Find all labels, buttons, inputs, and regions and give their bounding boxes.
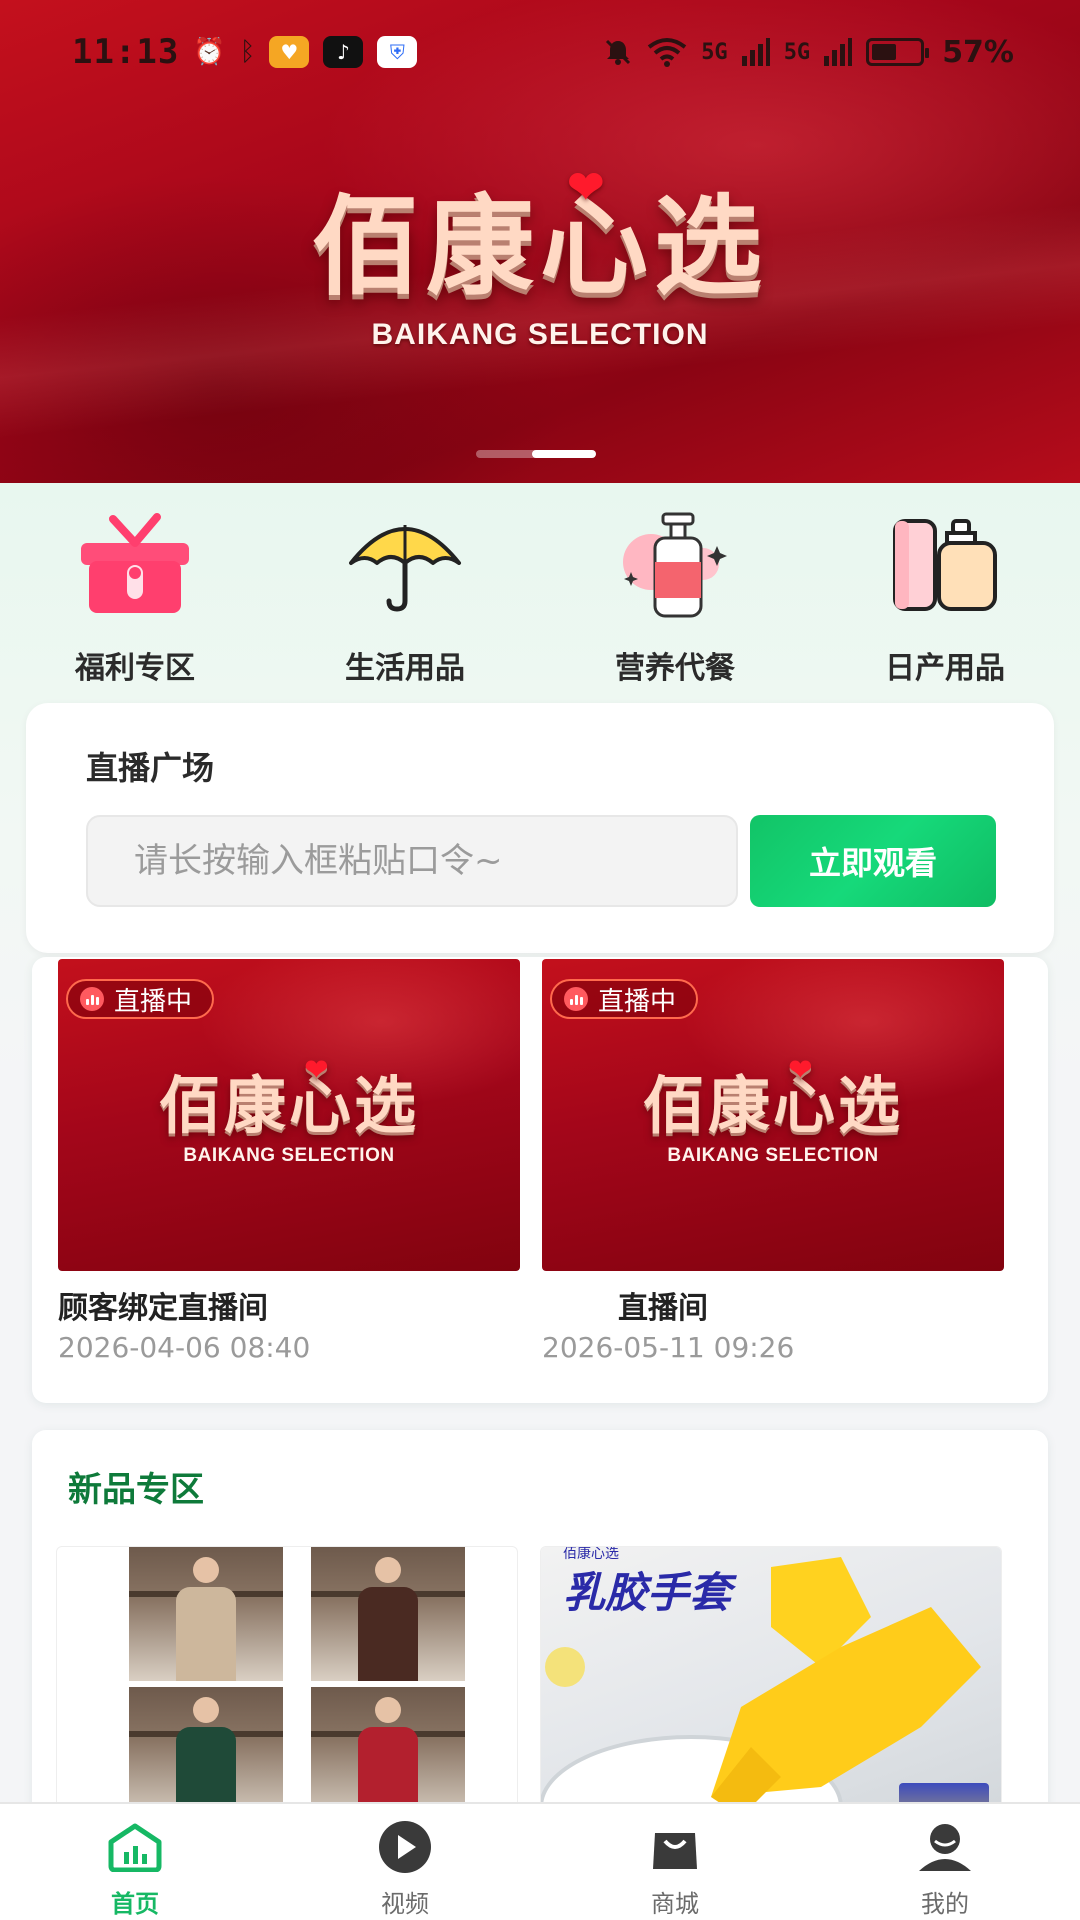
pump-bottle-icon bbox=[605, 507, 745, 623]
alarm-icon: ⏰ bbox=[193, 37, 226, 67]
status-bar: 11:13 ⏰ ᛒ ♥ ♪ ⛨ 5G 5G 57% bbox=[0, 0, 1080, 104]
live-badge: 直播中 bbox=[550, 979, 699, 1019]
new-products-title: 新品专区 bbox=[68, 1470, 204, 1510]
thumbnail-logo-chinese: 佰康心选 ❤ bbox=[642, 1053, 903, 1145]
live-room-name: 顾客绑定直播间 bbox=[58, 1291, 268, 1326]
gift-box-icon bbox=[65, 507, 205, 623]
tab-home[interactable]: 首页 bbox=[0, 1804, 270, 1920]
category-label: 生活用品 bbox=[345, 651, 465, 686]
heart-icon: ❤ bbox=[788, 1053, 816, 1086]
category-welfare[interactable]: 福利专区 bbox=[0, 507, 270, 687]
user-icon bbox=[912, 1818, 978, 1876]
logo-english: BAIKANG SELECTION bbox=[371, 318, 709, 351]
umbrella-icon bbox=[335, 507, 475, 623]
live-room-time: 2026-05-11 09:26 bbox=[542, 1331, 795, 1364]
tab-label: 视频 bbox=[381, 1890, 429, 1918]
new-products-card: 新品专区 佰康心选 乳胶手套 bbox=[32, 1430, 1048, 1850]
status-right: 5G 5G 57% bbox=[603, 35, 1014, 70]
live-plaza-card: 直播广场 立即观看 bbox=[26, 703, 1054, 953]
tab-label: 我的 bbox=[921, 1890, 969, 1918]
apron-photo bbox=[129, 1687, 283, 1821]
heart-icon: ❤ bbox=[567, 162, 611, 213]
thumbnail-logo: 佰康心选 ❤ BAIKANG SELECTION bbox=[542, 1053, 1004, 1167]
category-nutrition[interactable]: 营养代餐 bbox=[540, 507, 810, 687]
live-room-item[interactable]: 佰康心选 ❤ BAIKANG SELECTION 直播中 直播间 2026-05… bbox=[542, 959, 1004, 1364]
live-plaza-title: 直播广场 bbox=[86, 749, 215, 787]
tab-mall[interactable]: 商城 bbox=[540, 1804, 810, 1920]
tiktok-icon: ♪ bbox=[323, 36, 364, 68]
battery-percent: 57% bbox=[942, 34, 1014, 70]
shield-app-icon: ⛨ bbox=[377, 36, 418, 68]
mute-bell-icon bbox=[603, 37, 633, 67]
bottom-tab-bar: 首页 视频 商城 我的 bbox=[0, 1802, 1080, 1920]
tab-video[interactable]: 视频 bbox=[270, 1804, 540, 1920]
heart-icon: ❤ bbox=[304, 1053, 332, 1086]
live-badge-text: 直播中 bbox=[114, 986, 193, 1017]
thumbnail-logo-text: 佰康心选 bbox=[642, 1069, 903, 1142]
signal-5g-2: 5G bbox=[783, 39, 811, 65]
signal-bars-icon bbox=[741, 38, 770, 66]
apron-collage bbox=[129, 1547, 465, 1821]
category-label: 福利专区 bbox=[75, 651, 195, 686]
category-row: 福利专区 生活用品 营养代餐 日产用品 bbox=[0, 507, 1080, 687]
category-daily-goods[interactable]: 生活用品 bbox=[270, 507, 540, 687]
live-room-thumbnail[interactable]: 佰康心选 ❤ BAIKANG SELECTION 直播中 bbox=[58, 959, 520, 1271]
live-bars-icon bbox=[80, 987, 104, 1011]
tab-label: 首页 bbox=[111, 1890, 159, 1918]
tab-profile[interactable]: 我的 bbox=[810, 1804, 1080, 1920]
category-label: 营养代餐 bbox=[615, 651, 735, 686]
live-bars-icon bbox=[564, 987, 588, 1011]
apron-photo bbox=[311, 1687, 465, 1821]
thumbnail-logo-english: BAIKANG SELECTION bbox=[183, 1145, 395, 1166]
banner-pager bbox=[476, 450, 596, 458]
live-rooms-card: 佰康心选 ❤ BAIKANG SELECTION 直播中 顾客绑定直播间 202… bbox=[32, 957, 1048, 1403]
watch-now-button[interactable]: 立即观看 bbox=[750, 815, 996, 907]
logo-chinese-text: 佰康心选 bbox=[311, 184, 768, 310]
tab-label: 商城 bbox=[651, 1890, 699, 1918]
apron-photo bbox=[129, 1547, 283, 1681]
logo-chinese: 佰康心选 ❤ bbox=[312, 160, 768, 316]
status-left: 11:13 ⏰ ᛒ ♥ ♪ ⛨ bbox=[72, 32, 418, 72]
pager-dot-active bbox=[532, 450, 596, 458]
pager-dot bbox=[476, 450, 540, 458]
thumbnail-logo: 佰康心选 ❤ BAIKANG SELECTION bbox=[58, 1053, 520, 1167]
code-paste-input[interactable] bbox=[86, 815, 738, 907]
status-time: 11:13 bbox=[72, 32, 180, 72]
hero-banner[interactable]: 11:13 ⏰ ᛒ ♥ ♪ ⛨ 5G 5G 57% 佰康心选 ❤ BAIKANG… bbox=[0, 0, 1080, 483]
live-room-thumbnail[interactable]: 佰康心选 ❤ BAIKANG SELECTION 直播中 bbox=[542, 959, 1004, 1271]
live-room-name: 直播间 bbox=[618, 1291, 708, 1326]
live-room-time: 2026-04-06 08:40 bbox=[58, 1331, 311, 1364]
bluetooth-icon: ᛒ bbox=[239, 37, 256, 67]
category-daily-products[interactable]: 日产用品 bbox=[810, 507, 1080, 687]
thumbnail-logo-chinese: 佰康心选 ❤ bbox=[158, 1053, 419, 1145]
shopping-bag-icon bbox=[642, 1818, 708, 1876]
battery-icon bbox=[866, 38, 930, 66]
category-label: 日产用品 bbox=[885, 651, 1005, 686]
thumbnail-logo-text: 佰康心选 bbox=[158, 1069, 419, 1142]
apron-photo bbox=[311, 1547, 465, 1681]
brand-logo: 佰康心选 ❤ BAIKANG SELECTION bbox=[0, 160, 1080, 352]
signal-bars-icon bbox=[824, 38, 853, 66]
home-chart-icon bbox=[102, 1818, 168, 1876]
thumbnail-logo-english: BAIKANG SELECTION bbox=[667, 1145, 879, 1166]
wifi-icon bbox=[647, 37, 687, 67]
app-screen: 11:13 ⏰ ᛒ ♥ ♪ ⛨ 5G 5G 57% 佰康心选 ❤ BAIKANG… bbox=[0, 0, 1080, 1920]
heart-app-icon: ♥ bbox=[269, 36, 310, 68]
signal-5g-1: 5G bbox=[701, 39, 728, 65]
live-badge: 直播中 bbox=[66, 979, 215, 1019]
live-badge-text: 直播中 bbox=[598, 986, 677, 1017]
play-icon bbox=[372, 1818, 438, 1876]
live-room-item[interactable]: 佰康心选 ❤ BAIKANG SELECTION 直播中 顾客绑定直播间 202… bbox=[58, 959, 520, 1364]
glove-title: 乳胶手套 bbox=[563, 1568, 732, 1617]
cosmetics-icon bbox=[875, 507, 1015, 623]
